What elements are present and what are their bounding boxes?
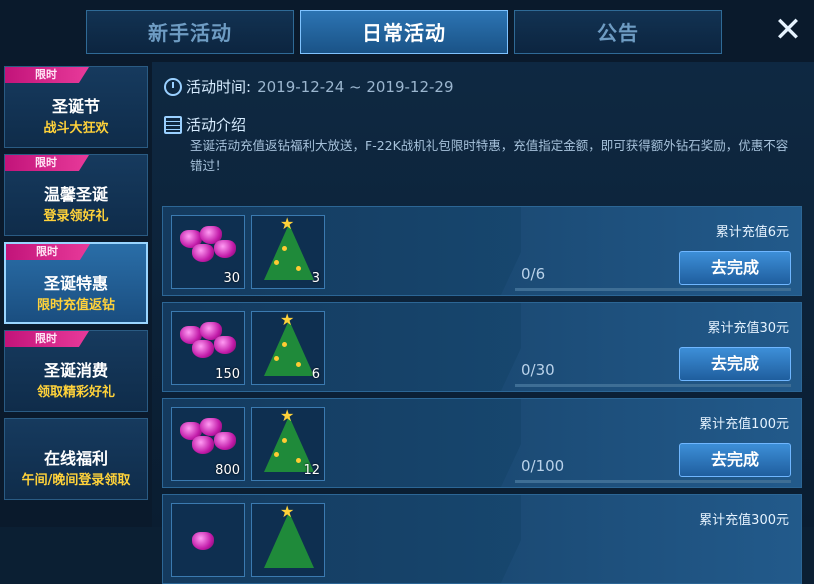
reward-count: 6 (311, 367, 320, 382)
diamond-icon (214, 240, 236, 258)
activity-time-label: 活动时间: (186, 78, 252, 96)
sidebar-item-subtitle: 领取精彩好礼 (36, 385, 115, 400)
diamond-icon (214, 432, 236, 450)
activity-intro-label: 活动介绍 (186, 116, 247, 134)
sidebar-item-title: 圣诞特惠 (43, 274, 108, 293)
diamond-icon (192, 532, 214, 550)
document-icon (164, 116, 182, 134)
sidebar-item-title: 温馨圣诞 (43, 185, 108, 204)
activity-time: 活动时间: 2019-12-24 ~ 2019-12-29 (164, 76, 454, 98)
sidebar-item-subtitle: 登录领好礼 (43, 209, 109, 224)
sidebar-item-subtitle: 战斗大狂欢 (43, 121, 109, 136)
close-icon[interactable]: ✕ (766, 8, 810, 52)
star-icon: ★ (280, 214, 295, 233)
diamond-icon (192, 436, 214, 454)
diamond-icon (192, 340, 214, 358)
diamond-icon (214, 336, 236, 354)
reward-count: 800 (215, 463, 240, 478)
task-row: 30 ★ 3 累计充值6元 0/6 去完成 (162, 206, 802, 296)
task-progress: 0/100 (521, 457, 565, 475)
reward-slot[interactable]: ★ 6 (251, 311, 325, 385)
sidebar: 限时 圣诞节 战斗大狂欢 限时 温馨圣诞 登录领好礼 限时 圣诞特惠 限时充值返… (0, 62, 152, 527)
limited-badge: 限时 (5, 331, 89, 347)
ornament-icon (274, 260, 279, 265)
reward-slot[interactable]: ★ 12 (251, 407, 325, 481)
ornament-icon (282, 246, 287, 251)
tab-daily-activity[interactable]: 日常活动 (300, 10, 508, 54)
sidebar-item-online-bonus[interactable]: 在线福利 午间/晚间登录领取 (4, 418, 148, 500)
task-requirement: 累计充值100元 (699, 417, 789, 432)
limited-badge: 限时 (5, 155, 89, 171)
activity-time-value: 2019-12-24 ~ 2019-12-29 (257, 78, 454, 96)
task-requirement: 累计充值6元 (715, 225, 789, 240)
sidebar-item-christmas-deal[interactable]: 限时 圣诞特惠 限时充值返钻 (4, 242, 148, 324)
star-icon: ★ (280, 502, 295, 521)
task-progress: 0/30 (521, 361, 555, 379)
ornament-icon (296, 266, 301, 271)
activity-intro-text: 圣诞活动充值返钻福利大放送，F-22K战机礼包限时特惠，充值指定金额，即可获得额… (190, 138, 789, 173)
tab-bar: 新手活动 日常活动 公告 ✕ (0, 0, 814, 62)
reward-slot[interactable] (171, 503, 245, 577)
limited-badge: 限时 (5, 67, 89, 83)
reward-slot[interactable]: 150 (171, 311, 245, 385)
sidebar-item-christmas[interactable]: 限时 圣诞节 战斗大狂欢 (4, 66, 148, 148)
ornament-icon (274, 356, 279, 361)
go-complete-button[interactable]: 去完成 (679, 347, 791, 381)
progress-bar (515, 288, 791, 291)
ornament-icon (296, 362, 301, 367)
activity-intro-heading: 活动介绍 (164, 114, 246, 135)
reward-slot[interactable]: ★ (251, 503, 325, 577)
reward-count: 30 (223, 271, 240, 286)
sidebar-item-warm-christmas[interactable]: 限时 温馨圣诞 登录领好礼 (4, 154, 148, 236)
task-row: ★ 累计充值300元 (162, 494, 802, 584)
star-icon: ★ (280, 310, 295, 329)
event-window: 新手活动 日常活动 公告 ✕ 限时 圣诞节 战斗大狂欢 限时 温馨圣诞 登录领好… (0, 0, 814, 584)
sidebar-item-subtitle: 限时充值返钻 (36, 298, 115, 313)
sidebar-item-title: 圣诞节 (51, 97, 100, 116)
task-requirement: 累计充值30元 (707, 321, 789, 336)
reward-count: 3 (311, 271, 320, 286)
tab-announcement[interactable]: 公告 (514, 10, 722, 54)
stopwatch-icon (164, 78, 182, 96)
ornament-icon (296, 458, 301, 463)
sidebar-item-christmas-spend[interactable]: 限时 圣诞消费 领取精彩好礼 (4, 330, 148, 412)
ornament-icon (282, 342, 287, 347)
task-row: 800 ★ 12 累计充值100元 0/100 去完成 (162, 398, 802, 488)
reward-slot[interactable]: 800 (171, 407, 245, 481)
reward-count: 12 (303, 463, 320, 478)
limited-badge: 限时 (6, 244, 90, 260)
reward-slot[interactable]: ★ 3 (251, 215, 325, 289)
tab-newbie-activity[interactable]: 新手活动 (86, 10, 294, 54)
go-complete-button[interactable]: 去完成 (679, 251, 791, 285)
sidebar-item-subtitle: 午间/晚间登录领取 (21, 473, 131, 488)
task-row: 150 ★ 6 累计充值30元 0/30 去完成 (162, 302, 802, 392)
progress-bar (515, 480, 791, 483)
diamond-icon (192, 244, 214, 262)
sidebar-item-title: 圣诞消费 (43, 361, 108, 380)
ornament-icon (282, 438, 287, 443)
task-progress: 0/6 (521, 265, 546, 283)
star-icon: ★ (280, 406, 295, 425)
reward-slot[interactable]: 30 (171, 215, 245, 289)
go-complete-button[interactable]: 去完成 (679, 443, 791, 477)
ornament-icon (274, 452, 279, 457)
activity-content: 活动时间: 2019-12-24 ~ 2019-12-29 活动介绍 圣诞活动充值… (152, 62, 814, 584)
task-requirement: 累计充值300元 (699, 513, 789, 528)
sidebar-item-title: 在线福利 (43, 449, 108, 468)
reward-count: 150 (215, 367, 240, 382)
progress-bar (515, 384, 791, 387)
